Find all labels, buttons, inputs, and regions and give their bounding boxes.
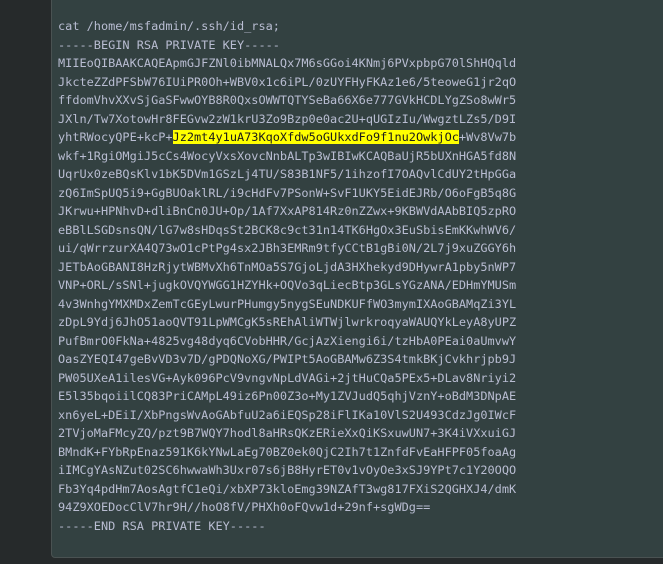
key-line: zQ6ImSpUQ5i9+GgBUOaklRL/i9cHdFv7PSonW+Sv…: [58, 185, 517, 200]
key-line: UqrUx0zeBQsKlv1bK5DVm1GSzLj4TU/S83B1NF5/…: [58, 167, 517, 181]
key-line: eBBlLSGDsnsQN/lG7w8sHDqsSt2BCK8c9ct31n14…: [58, 222, 517, 237]
key-line: JXln/Tw7XotowHr8FEGvw2zW1krU3Zo9Bzp0e0ac…: [58, 111, 517, 126]
terminal-text: cat /home/msfadmin/.ssh/id_rsa; -----BEG…: [58, 17, 516, 535]
key-line: ui/qWrrzurXA4Q73wO1cPtPg4sx2JBh3EMRm9tfy…: [58, 241, 517, 255]
key-text-before: yhtRWocyQPE+kcP+: [58, 130, 173, 144]
key-line: VNP+ORL/sSNl+jugkOVQYWGG1HZYHk+OQVo3qLie…: [58, 278, 517, 292]
key-line: 2TVjoMaFMcyZQ/pzt9B7WQY7hodl8aHRsQKzERie…: [58, 426, 517, 440]
key-line: wkf+1RgiOMgiJ5cCs4WocyVxsXovcNnbALTp3wIB…: [58, 148, 517, 163]
key-line: JETbAoGBANI8HzRjytWBMvXh6TnMOa5S7GjoLjdA…: [58, 259, 517, 274]
key-line: BMndK+FYbRpEnaz591K6kYNwLaEg70BZ0ek0QjC2…: [58, 444, 517, 459]
key-line: 4v3WnhgYMXMDxZemTcGEyLwurPHumgy5nygSEuND…: [58, 296, 517, 311]
key-line: PufBmrO0FkNa+4825vg48dyq6CVobHHR/GcjAzXi…: [58, 333, 517, 348]
key-line: OasZYEQI47geBvVD3v7D/gPDQNoXG/PWIPt5AoGB…: [58, 352, 517, 366]
key-line: JKrwu+HPNhvD+dliBnCn0JU+Op/1Af7XxAP814Rz…: [58, 204, 517, 218]
key-text-after: +Wv8Vw7b: [458, 130, 517, 144]
key-line: JkcteZZdPFSbW76IUiPR0Oh+WBV0x1c6iPL/0zUY…: [58, 74, 517, 89]
key-line: zDpL9Ydj6JhO51aoQVT91LpWMCgK5sREhAliWTWj…: [58, 315, 517, 329]
key-line: MIIEoQIBAAKCAQEApmGJFZNl0ibMNALQx7M6sGGo…: [58, 56, 517, 70]
search-highlight: Jz2mt4y1uA73KqoXfdw5oGUkxdFo9f1nu2OwkjOc: [172, 130, 459, 144]
key-line-highlighted: yhtRWocyQPE+kcP+Jz2mt4y1uA73KqoXfdw5oGUk…: [58, 128, 516, 147]
command-line: cat /home/msfadmin/.ssh/id_rsa;: [58, 19, 280, 33]
key-end-marker: -----END RSA PRIVATE KEY-----: [58, 518, 266, 533]
terminal-output-panel: cat /home/msfadmin/.ssh/id_rsa; -----BEG…: [51, 0, 663, 558]
key-line: ffdomVhvXXvSjGaSFwwOYB8R0QxsOWWTQTYSeBa6…: [58, 93, 517, 107]
key-line: 94Z9XOEDocClV7hr9H//hoO8fV/PHXh0oFQvw1d+…: [58, 500, 431, 514]
key-line: PW05UXeA1ilesVG+Ayk096PcV9vngvNpLdVAGi+2…: [58, 370, 517, 385]
key-line: Fb3Yq4pdHm7AosAgtfC1eQi/xbXP73kloEmg39NZ…: [58, 481, 517, 496]
key-line: iIMCgYAsNZut02SC6hwwaWh3Uxr07s6jB8HyrET0…: [58, 463, 517, 477]
key-line: E5l35bqoiilCQ83PriCAMpL49iz6Pn00Z3o+My1Z…: [58, 389, 517, 403]
key-begin-marker: -----BEGIN RSA PRIVATE KEY-----: [58, 37, 280, 52]
key-line: xn6yeL+DEiI/XbPngsWvAoGAbfuU2a6iEQSp28iF…: [58, 407, 517, 422]
